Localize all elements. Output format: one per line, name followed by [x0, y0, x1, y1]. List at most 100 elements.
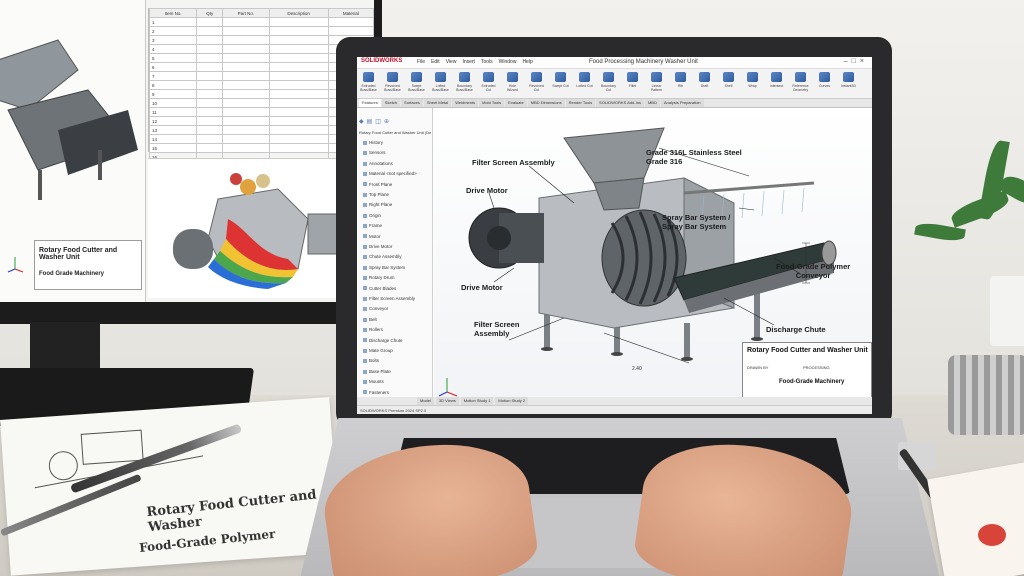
toolbar-button-lofted-cut[interactable]: Lofted Cut	[576, 72, 593, 94]
tree-item[interactable]: Right Plane	[363, 202, 392, 207]
command-tab[interactable]: Analysis Preparation	[660, 99, 704, 107]
toolbar-button-reference-geometry[interactable]: Reference Geometry	[792, 72, 809, 94]
feature-manager-icon[interactable]: ◆	[359, 119, 367, 125]
tree-item[interactable]: Front Plane	[363, 182, 392, 187]
tree-item[interactable]: Sensors	[363, 150, 386, 155]
toolbar-button-instant3d[interactable]: Instant3D	[840, 72, 857, 94]
tree-item[interactable]: History	[363, 140, 383, 145]
tree-item[interactable]: Mounts	[363, 379, 384, 384]
tree-item[interactable]: Base Plate	[363, 369, 391, 374]
reference-geometry-icon	[795, 72, 806, 82]
bom-cell	[222, 107, 270, 117]
configuration-manager-icon[interactable]: ◫	[375, 119, 384, 125]
maximize-icon[interactable]: □	[852, 58, 860, 65]
tree-item[interactable]: Motor	[363, 234, 381, 239]
command-tab[interactable]: Mold Tools	[479, 99, 505, 107]
bottom-tab[interactable]: Motion Study 1	[460, 397, 494, 405]
menu-file[interactable]: File	[417, 59, 425, 65]
bom-cell	[222, 26, 270, 36]
bottom-tab[interactable]: Motion Study 2	[495, 397, 529, 405]
toolbar-button-hole-wizard[interactable]: Hole Wizard	[504, 72, 521, 94]
bom-cell	[222, 134, 270, 144]
tree-item[interactable]: Discharge Chute	[363, 338, 403, 343]
command-tab[interactable]: MBD Dimensions	[527, 99, 565, 107]
tree-item[interactable]: Mate Group	[363, 348, 393, 353]
minimize-icon[interactable]: –	[844, 58, 852, 65]
menu-tools[interactable]: Tools	[481, 59, 493, 65]
toolbar-button-fillet[interactable]: Fillet	[624, 72, 641, 94]
toolbar-button-boundary-boss[interactable]: Boundary Boss/Base	[456, 72, 473, 94]
toolbar-button-draft[interactable]: Draft	[696, 72, 713, 94]
toolbar-button-label: Lofted Boss/Base	[432, 84, 449, 92]
tree-item[interactable]: Rollers	[363, 327, 383, 332]
fillet-icon	[627, 72, 638, 82]
menu-insert[interactable]: Insert	[462, 59, 475, 65]
toolbar-button-revolved-boss[interactable]: Revolved Boss/Base	[384, 72, 401, 94]
toolbar-button-revolved-cut[interactable]: Revolved Cut	[528, 72, 545, 94]
toolbar-button-swept-cut[interactable]: Swept Cut	[552, 72, 569, 94]
bom-cell	[196, 116, 224, 126]
tree-item[interactable]: Material <not specified>	[363, 171, 417, 176]
tree-root[interactable]: Rotary Food Cutter and Washer Unit (Defa…	[359, 130, 431, 135]
command-tab[interactable]: Surfaces	[401, 99, 423, 107]
tree-item[interactable]: Belt	[363, 317, 377, 322]
command-tab[interactable]: Evaluate	[505, 99, 527, 107]
command-tab[interactable]: Features	[359, 99, 381, 107]
app-logo[interactable]: SOLIDWORKS	[361, 58, 402, 64]
tree-item[interactable]: Top Plane	[363, 192, 389, 197]
tree-item[interactable]: Frame	[363, 223, 382, 228]
tree-item[interactable]: Annotations	[363, 161, 393, 166]
toolbar-button-extruded-boss[interactable]: Extruded Boss/Base	[360, 72, 377, 94]
tree-item[interactable]: Fasteners	[363, 390, 389, 395]
bom-cell	[268, 107, 329, 117]
bom-cell	[327, 17, 374, 27]
toolbar-button-intersect[interactable]: Intersect	[768, 72, 785, 94]
menu-view[interactable]: View	[446, 59, 457, 65]
tree-item[interactable]: Cutter Blades	[363, 286, 396, 291]
dimension-height[interactable]: 1.0.3	[812, 258, 823, 264]
bom-cell	[268, 125, 329, 135]
bom-cell	[268, 35, 329, 45]
toolbar-button-extruded-cut[interactable]: Extruded Cut	[480, 72, 497, 94]
plant-pot	[990, 276, 1024, 346]
lofted-cut-icon	[579, 72, 590, 82]
curves-icon	[819, 72, 830, 82]
command-tab[interactable]: Render Tools	[565, 99, 596, 107]
command-tab[interactable]: Sheet Metal	[423, 99, 452, 107]
bom-row: 2	[148, 26, 374, 36]
bom-cell	[222, 53, 270, 63]
tree-item[interactable]: Spray Bar System	[363, 265, 405, 270]
tree-item[interactable]: Conveyor	[363, 306, 388, 311]
bom-cell	[196, 44, 224, 54]
monitor-stand	[30, 322, 100, 372]
toolbar-button-linear-pattern[interactable]: Linear Pattern	[648, 72, 665, 94]
menu-edit[interactable]: Edit	[431, 59, 440, 65]
toolbar-button-curves[interactable]: Curves	[816, 72, 833, 94]
command-tab[interactable]: Weldments	[452, 99, 479, 107]
toolbar-button-wrap[interactable]: Wrap	[744, 72, 761, 94]
toolbar-button-swept-boss[interactable]: Swept Boss/Base	[408, 72, 425, 94]
dimension-width[interactable]: 2.40	[632, 366, 642, 372]
shell-icon	[723, 72, 734, 82]
command-tab[interactable]: SOLIDWORKS Add-Ins	[596, 99, 644, 107]
tree-item[interactable]: Bolts	[363, 358, 379, 363]
close-icon[interactable]: ×	[860, 58, 868, 65]
menu-help[interactable]: Help	[522, 59, 532, 65]
command-tab[interactable]: MBD	[644, 99, 660, 107]
property-manager-icon[interactable]: ▤	[367, 119, 376, 125]
linear-pattern-icon	[651, 72, 662, 82]
toolbar-button-boundary-cut[interactable]: Boundary Cut	[600, 72, 617, 94]
tree-item[interactable]: Origin	[363, 213, 381, 218]
tree-item[interactable]: Chute Assembly	[363, 254, 402, 259]
dimxpert-icon[interactable]: ⊕	[384, 119, 392, 125]
command-tab[interactable]: Sketch	[381, 99, 401, 107]
tree-item[interactable]: Rotary Drum	[363, 275, 395, 280]
menu-window[interactable]: Window	[499, 59, 517, 65]
bottom-tab[interactable]: Model	[417, 397, 434, 405]
bottom-tab[interactable]: 3D Views	[435, 397, 459, 405]
tree-item[interactable]: Filter Screen Assembly	[363, 296, 415, 301]
tree-item[interactable]: Drive Motor	[363, 244, 392, 249]
toolbar-button-shell[interactable]: Shell	[720, 72, 737, 94]
toolbar-button-lofted-boss[interactable]: Lofted Boss/Base	[432, 72, 449, 94]
toolbar-button-rib[interactable]: Rib	[672, 72, 689, 94]
